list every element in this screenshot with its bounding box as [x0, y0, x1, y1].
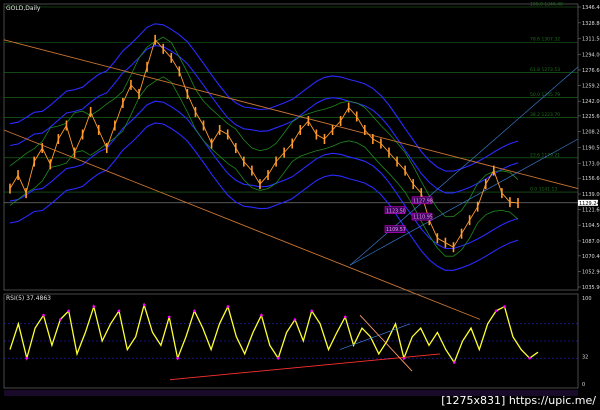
fan-line-1 — [349, 66, 579, 266]
rsi-extreme-point — [167, 315, 171, 319]
green-band-upper — [9, 76, 519, 257]
blue-band-lower-inner — [9, 45, 519, 194]
price-line — [9, 38, 519, 248]
rsi-extreme-point — [117, 309, 121, 313]
price-annotation-label: 1127.98 — [413, 198, 433, 204]
price-tick-label: 1139.00 — [582, 192, 600, 198]
fib-level-label: 78.6 1307.32 — [530, 37, 560, 43]
fib-level-label: 38.2 1223.70 — [530, 112, 560, 118]
price-tick-label: 1087.00 — [582, 239, 600, 245]
price-tick-label: 1070.40 — [582, 254, 600, 260]
blue-band-upper — [9, 122, 519, 271]
price-tick-label: 1156.60 — [582, 176, 600, 182]
rsi-panel-border — [3, 293, 579, 389]
price-annotation-label: 1109.57 — [386, 227, 406, 233]
rsi-extreme-point — [226, 305, 230, 308]
rsi-extreme-point — [276, 356, 280, 360]
rsi-tick-label: 0 — [582, 382, 585, 388]
price-tick-label: 1242.00 — [582, 99, 600, 105]
fib-level-label: 61.8 1273.53 — [530, 67, 560, 73]
rsi-extreme-point — [142, 303, 146, 307]
price-tick-label: 1208.20 — [582, 130, 600, 136]
price-tick-label: 1190.50 — [582, 146, 600, 152]
price-panel-border — [3, 3, 579, 291]
rsi-extreme-point — [452, 361, 456, 364]
rsi-tick-label: 32 — [582, 354, 588, 360]
rsi-extreme-point — [260, 313, 263, 317]
chart-frame: 1346.40 1328.80 1311.50 1294.00 1276.60 1259.… — [0, 0, 600, 410]
rsi-extreme-point — [528, 356, 531, 360]
price-tick-label: 1328.80 — [582, 21, 600, 27]
rsi-extreme-point — [25, 356, 29, 360]
rsi-extreme-point — [42, 313, 45, 317]
price-tick-label: 1225.60 — [582, 114, 600, 120]
price-tick-label: 1346.40 — [582, 5, 600, 11]
price-tick-label: 1104.50 — [582, 223, 600, 229]
price-annotation-label: 1110.95 — [413, 215, 433, 221]
price-annotation-label: 1123.50 — [386, 208, 406, 214]
fib-level-label: 100.0 1346.40 — [530, 2, 563, 8]
price-tick-label: 1052.90 — [582, 270, 600, 276]
rsi-extreme-point — [176, 356, 179, 360]
rsi-line — [9, 302, 539, 364]
price-tick-label: 1121.60 — [582, 208, 600, 214]
rsi-extreme-point — [310, 309, 314, 313]
price-tick-label: 1311.50 — [582, 36, 600, 42]
rsi-extreme-point — [293, 318, 297, 321]
rsi-extreme-point — [503, 305, 506, 308]
price-tick-label: 1259.20 — [582, 84, 600, 90]
rsi-tick-label: 100 — [582, 296, 592, 302]
rsi-extreme-point — [67, 309, 70, 313]
chart-canvas: 1346.40 1328.80 1311.50 1294.00 1276.60 1259.… — [3, 2, 600, 396]
price-chart-title: GOLD,Daily — [6, 5, 41, 12]
rsi-extreme-point — [343, 315, 347, 319]
price-tick-label: 1173.00 — [582, 161, 600, 167]
rsi-extreme-point — [494, 309, 498, 313]
price-tick-label: 1035.90 — [582, 285, 600, 291]
price-tick-label: 1294.00 — [582, 52, 600, 58]
fib-level-label: 0.0 1141.13 — [530, 187, 557, 193]
watermark-text: [1275x831] https://upic.me/ — [441, 394, 596, 407]
rsi-extreme-point — [58, 318, 62, 321]
rsi-extreme-point — [92, 305, 96, 308]
rsi-extreme-point — [193, 309, 196, 313]
rsi-chart-title: RSI(5) 37.4863 — [6, 295, 51, 302]
price-tick-label: 1276.60 — [582, 68, 600, 74]
current-price-label: 1129.24 — [579, 201, 600, 207]
